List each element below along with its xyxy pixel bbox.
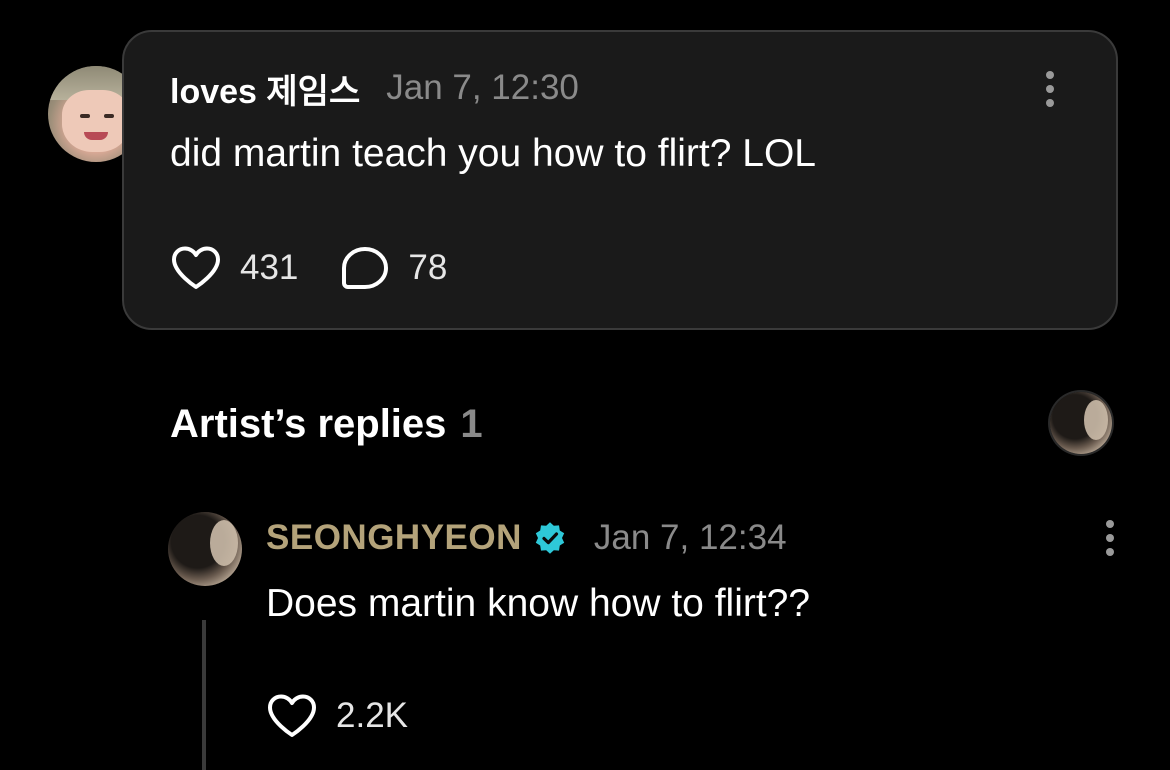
thread-line <box>202 620 206 770</box>
comment-header: loves 제임스 Jan 7, 12:30 <box>170 64 579 113</box>
comment-like-count: 431 <box>240 248 299 287</box>
artist-replies-avatar[interactable] <box>1050 392 1112 454</box>
artist-username[interactable]: SEONGHYEON <box>266 518 522 558</box>
reply-actions: 2.2K <box>266 692 408 740</box>
avatar-eye-left <box>80 114 90 118</box>
heart-icon <box>268 694 316 737</box>
artist-replies-title: Artist’s replies <box>170 401 447 446</box>
comment-actions: 431 78 <box>170 244 447 292</box>
artist-replies-header: Artist’s replies 1 <box>170 400 483 448</box>
comment-bubble-icon <box>342 247 389 289</box>
avatar-eye-right <box>104 114 114 118</box>
reply-timestamp: Jan 7, 12:34 <box>593 518 787 557</box>
comment-like-button[interactable]: 431 <box>170 245 298 291</box>
comment-more-icon[interactable] <box>1044 69 1056 109</box>
heart-icon <box>172 246 220 289</box>
reply-like-button[interactable]: 2.2K <box>266 693 408 739</box>
comment-text: did martin teach you how to flirt? LOL <box>170 132 816 175</box>
comment-reply-button[interactable]: 78 <box>340 245 447 291</box>
avatar-highlight <box>210 520 238 566</box>
verified-badge-icon <box>535 522 565 554</box>
reply-text: Does martin know how to flirt?? <box>266 582 811 625</box>
avatar-face <box>62 90 130 152</box>
artist-replies-count: 1 <box>460 401 483 446</box>
artist-avatar[interactable] <box>168 512 242 586</box>
comment-reply-count: 78 <box>408 248 448 287</box>
avatar-highlight <box>1084 400 1108 440</box>
reply-more-icon[interactable] <box>1104 518 1116 558</box>
reply-like-count: 2.2K <box>336 696 408 735</box>
comment-timestamp: Jan 7, 12:30 <box>386 68 579 107</box>
reply-header: SEONGHYEON Jan 7, 12:34 <box>266 516 787 560</box>
commenter-username[interactable]: loves 제임스 <box>170 64 360 113</box>
